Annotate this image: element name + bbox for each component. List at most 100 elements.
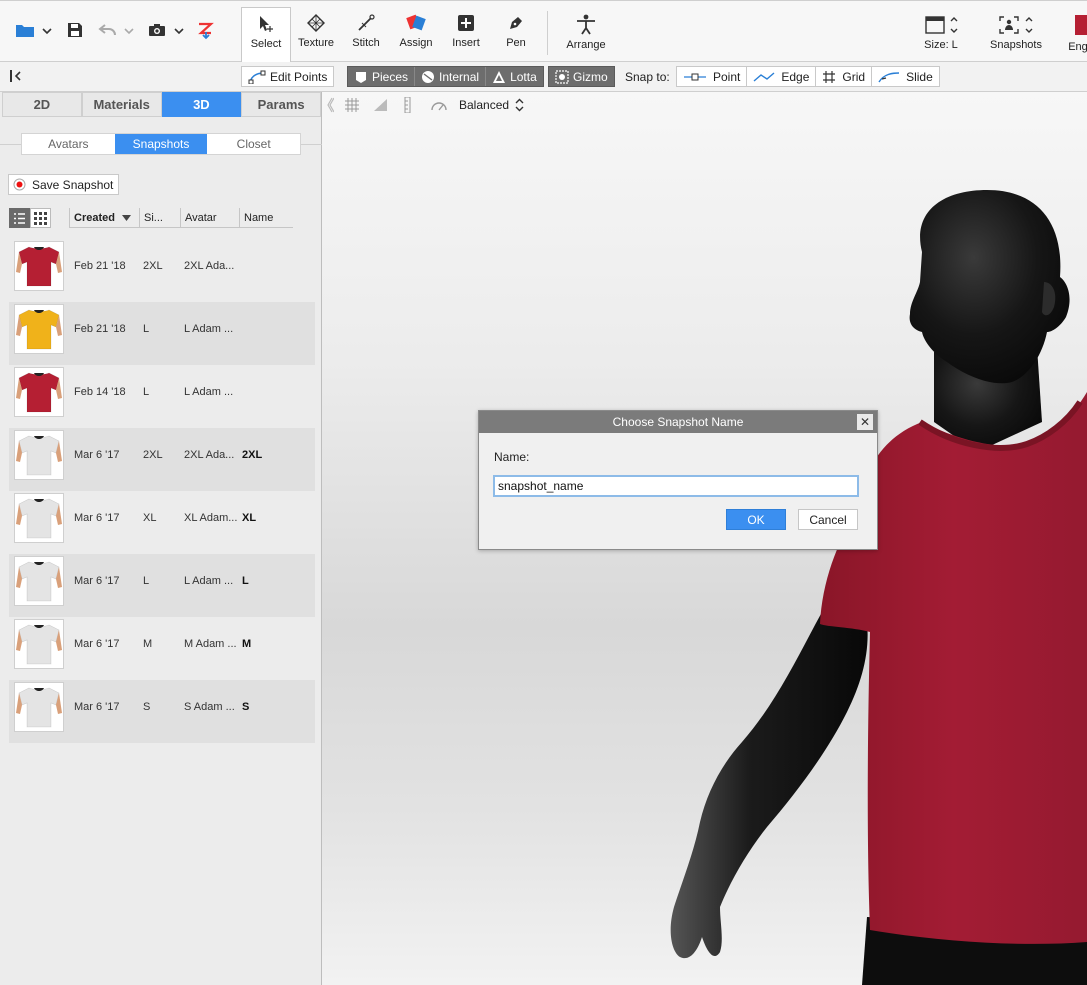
snap-slide-toggle[interactable]: Slide xyxy=(871,67,939,86)
dialog-title: Choose Snapshot Name xyxy=(612,415,744,429)
save-snapshot-button[interactable]: Save Snapshot xyxy=(8,174,119,195)
select-icon xyxy=(260,16,273,32)
tool-label: Texture xyxy=(297,37,335,49)
texture-icon xyxy=(307,14,325,32)
tool-arrange[interactable]: Arrange xyxy=(561,7,611,59)
tool-label: Insert xyxy=(452,37,480,49)
list-view-icon[interactable] xyxy=(9,208,30,228)
tool-insert[interactable]: Insert xyxy=(441,7,491,59)
subtab-closet[interactable]: Closet xyxy=(207,134,300,154)
avatar-cell: L Adam ... xyxy=(184,575,234,587)
tool-stitch[interactable]: Stitch xyxy=(341,7,391,59)
ok-button[interactable]: OK xyxy=(726,509,786,530)
snapshot-thumbnail xyxy=(14,682,64,732)
table-row[interactable]: Mar 6 '17 M M Adam ... M xyxy=(9,617,315,680)
lotta-label: Lotta xyxy=(510,69,537,84)
tool-pen[interactable]: Pen xyxy=(491,7,541,59)
snapshot-thumbnail xyxy=(14,367,64,417)
table-row[interactable]: Mar 6 '17 XL XL Adam... XL xyxy=(9,491,315,554)
table-row[interactable]: Feb 21 '18 2XL 2XL Ada... xyxy=(9,239,315,302)
undo-icon[interactable] xyxy=(97,19,119,41)
tool-label: Stitch xyxy=(352,37,380,49)
secondary-toolbar: Edit Points Pieces Internal Lotta Gizmo … xyxy=(0,62,1087,92)
chevron-down-icon[interactable] xyxy=(174,25,184,35)
name-cell: 2XL xyxy=(242,449,263,461)
name-cell: S xyxy=(242,701,250,713)
edit-points-button[interactable]: Edit Points xyxy=(241,66,335,87)
record-icon xyxy=(13,178,26,191)
snapshot-name-input[interactable] xyxy=(493,475,859,497)
tab-params[interactable]: Params xyxy=(241,92,321,117)
snapshot-thumbnail xyxy=(14,430,64,480)
chevron-down-icon[interactable] xyxy=(124,25,134,35)
left-panel: 2D Materials 3D Params Avatars Snapshots… xyxy=(0,92,322,985)
snap-options-group: Point Edge Grid Slide xyxy=(676,66,940,87)
size-selector[interactable]: Size: L xyxy=(918,11,964,51)
snap-slide-icon xyxy=(878,71,900,82)
lotta-toggle[interactable]: Lotta xyxy=(485,67,543,86)
tool-texture[interactable]: Texture xyxy=(291,7,341,59)
column-name[interactable]: Name xyxy=(239,208,293,228)
size-cell: L xyxy=(143,323,150,335)
folder-icon[interactable] xyxy=(14,19,36,41)
avatar-cell: S Adam ... xyxy=(184,701,235,713)
column-size[interactable]: Si... xyxy=(139,208,180,228)
table-row[interactable]: Mar 6 '17 S S Adam ... S xyxy=(9,680,315,743)
table-row[interactable]: Feb 14 '18 L L Adam ... xyxy=(9,365,315,428)
column-created-label: Created xyxy=(74,211,115,224)
insert-icon xyxy=(458,15,474,31)
snap-edge-icon xyxy=(753,71,775,82)
avatar-cell: M Adam ... xyxy=(184,638,237,650)
snapshot-thumbnail xyxy=(14,556,64,606)
save-icon[interactable] xyxy=(64,19,86,41)
size-cell: 2XL xyxy=(143,260,163,272)
column-size-label: Si... xyxy=(144,211,163,224)
snap-edge-toggle[interactable]: Edge xyxy=(746,67,815,86)
tab-3d[interactable]: 3D xyxy=(161,92,242,117)
column-created[interactable]: Created xyxy=(69,208,139,228)
edit-points-label: Edit Points xyxy=(270,69,328,84)
created-cell: Mar 6 '17 xyxy=(74,701,120,713)
subtab-avatars[interactable]: Avatars xyxy=(22,134,115,154)
tool-assign[interactable]: Assign xyxy=(391,7,441,59)
subtab-snapshots[interactable]: Snapshots xyxy=(114,134,208,154)
size-cell: S xyxy=(143,701,151,713)
internal-toggle[interactable]: Internal xyxy=(414,67,485,86)
table-row[interactable]: Mar 6 '17 2XL 2XL Ada... 2XL xyxy=(9,428,315,491)
cancel-button[interactable]: Cancel xyxy=(798,509,858,530)
snap-to-label: Snap to: xyxy=(625,70,670,84)
avatar-cell: 2XL Ada... xyxy=(184,449,235,461)
tool-label: Pen xyxy=(506,37,526,49)
snap-point-label: Point xyxy=(713,69,741,84)
pieces-toggle[interactable]: Pieces xyxy=(348,67,414,86)
size-cell: XL xyxy=(143,512,157,524)
chevron-down-icon[interactable] xyxy=(42,25,52,35)
created-cell: Mar 6 '17 xyxy=(74,449,120,461)
engine-icon xyxy=(1075,15,1087,35)
table-row[interactable]: Mar 6 '17 L L Adam ... L xyxy=(9,554,315,617)
view-toggle xyxy=(9,208,51,228)
snap-grid-toggle[interactable]: Grid xyxy=(815,67,871,86)
gizmo-toggle[interactable]: Gizmo xyxy=(548,66,615,87)
snap-grid-label: Grid xyxy=(842,69,866,84)
sort-desc-icon xyxy=(121,214,131,221)
snapshot-thumbnail xyxy=(14,619,64,669)
tab-materials[interactable]: Materials xyxy=(81,92,162,117)
snapshots-selector[interactable]: Snapshots xyxy=(986,11,1046,51)
close-icon[interactable]: ✕ xyxy=(857,414,873,430)
grid-view-icon[interactable] xyxy=(30,208,51,228)
engine-selector[interactable]: Eng xyxy=(1066,11,1087,53)
snapshot-thumbnail xyxy=(14,493,64,543)
pattern-sync-icon[interactable] xyxy=(195,19,217,41)
collapse-panel-icon[interactable] xyxy=(9,69,23,86)
assign-icon xyxy=(406,14,426,31)
toolbar-divider xyxy=(547,11,548,55)
sub-tabs: Avatars Snapshots Closet xyxy=(21,133,301,155)
table-row[interactable]: Feb 21 '18 L L Adam ... xyxy=(9,302,315,365)
camera-icon[interactable] xyxy=(146,19,168,41)
tool-select[interactable]: Select xyxy=(241,7,291,62)
column-avatar[interactable]: Avatar xyxy=(180,208,239,228)
snapshots-icon xyxy=(999,16,1033,34)
snap-point-toggle[interactable]: Point xyxy=(677,67,746,86)
tab-2d[interactable]: 2D xyxy=(2,92,82,117)
